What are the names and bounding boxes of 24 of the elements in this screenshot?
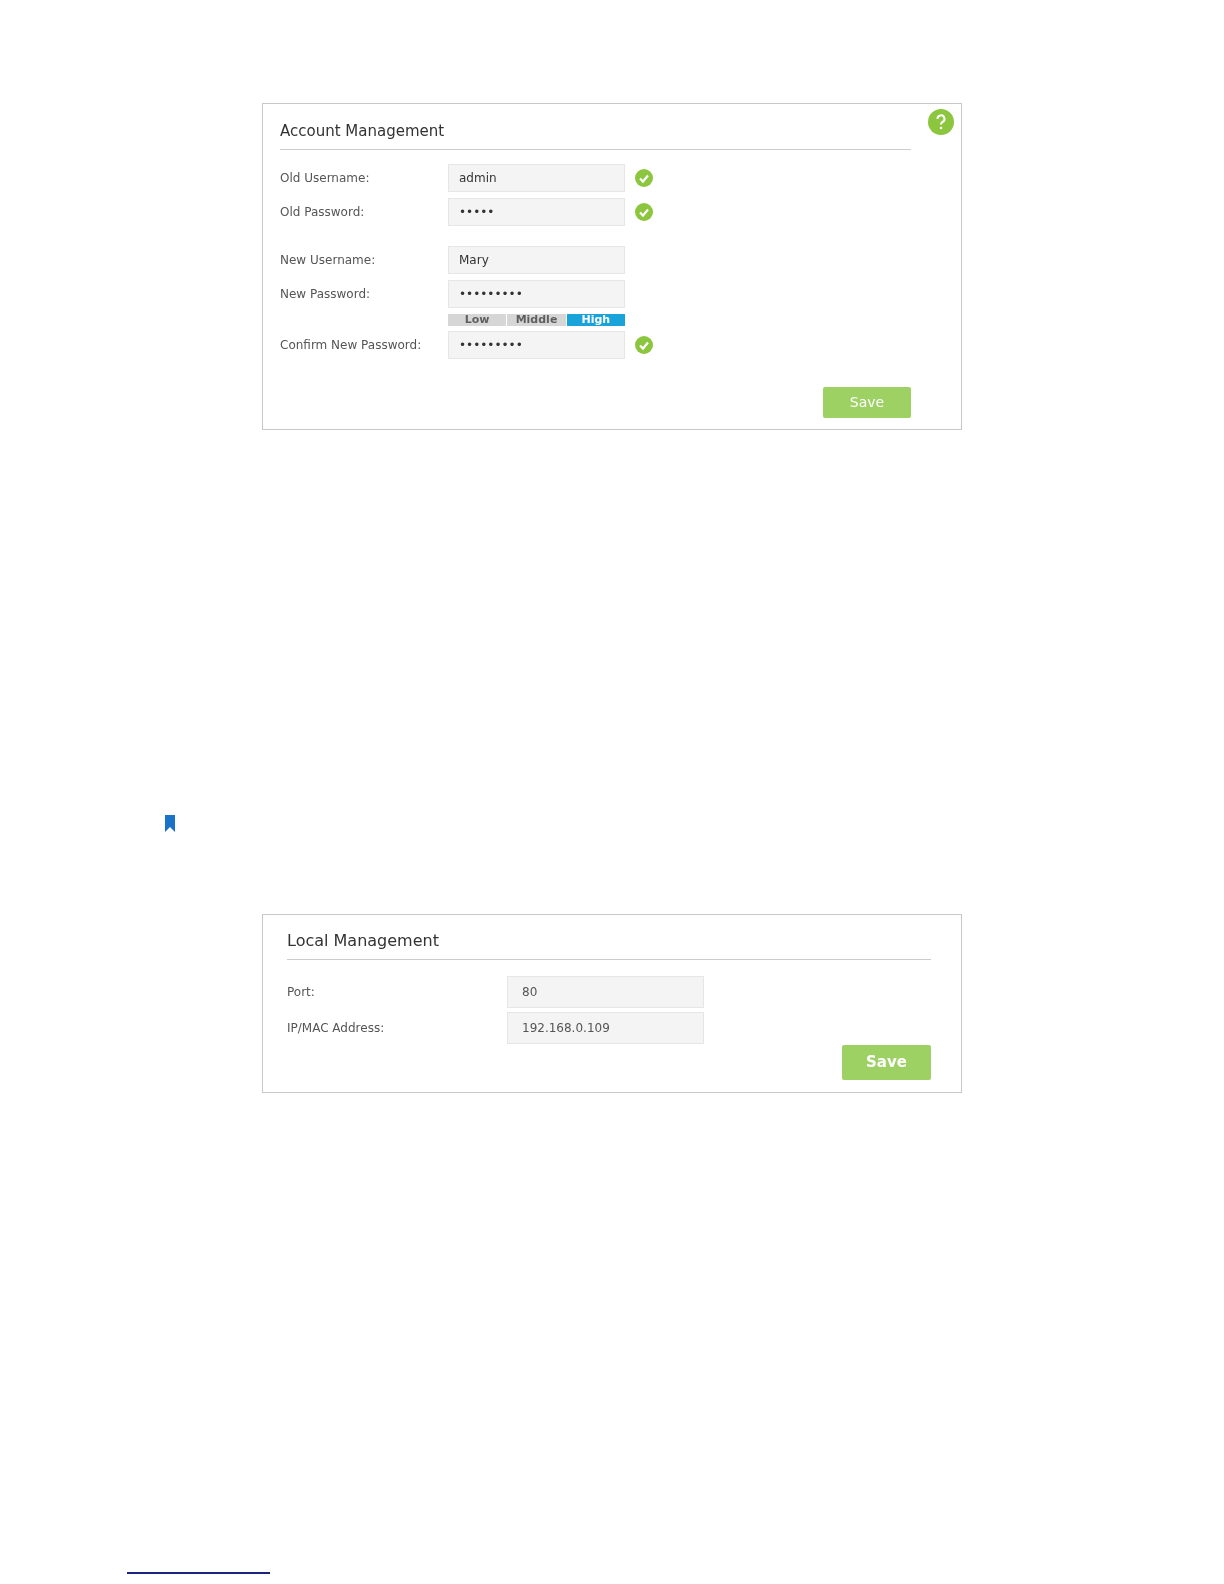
input-field[interactable]: 80: [507, 976, 704, 1008]
strength-segment: High: [566, 314, 625, 326]
field-label: IP/MAC Address:: [287, 1020, 386, 1037]
check-icon: [635, 203, 653, 221]
check-icon: [635, 169, 653, 187]
input-field[interactable]: admin: [448, 164, 625, 192]
bookmark-icon: [165, 815, 175, 832]
input-field[interactable]: •••••••••: [448, 331, 625, 359]
panel-title: Account Management: [280, 122, 445, 140]
help-icon[interactable]: [928, 109, 954, 135]
field-label: New Username:: [280, 252, 377, 269]
field-label: Old Username:: [280, 170, 371, 187]
field-label: Port:: [287, 984, 316, 1001]
strength-segment: Low: [448, 314, 507, 326]
input-field[interactable]: •••••: [448, 198, 625, 226]
check-icon: [635, 336, 653, 354]
input-field[interactable]: 192.168.0.109: [507, 1012, 704, 1044]
panel-title: Local Management: [287, 931, 439, 950]
field-label: Old Password:: [280, 204, 366, 221]
field-label: New Password:: [280, 286, 372, 303]
strength-segment: Middle: [507, 314, 566, 326]
input-field[interactable]: Mary: [448, 246, 625, 274]
field-label: Confirm New Password:: [280, 337, 423, 354]
input-field[interactable]: •••••••••: [448, 280, 625, 308]
